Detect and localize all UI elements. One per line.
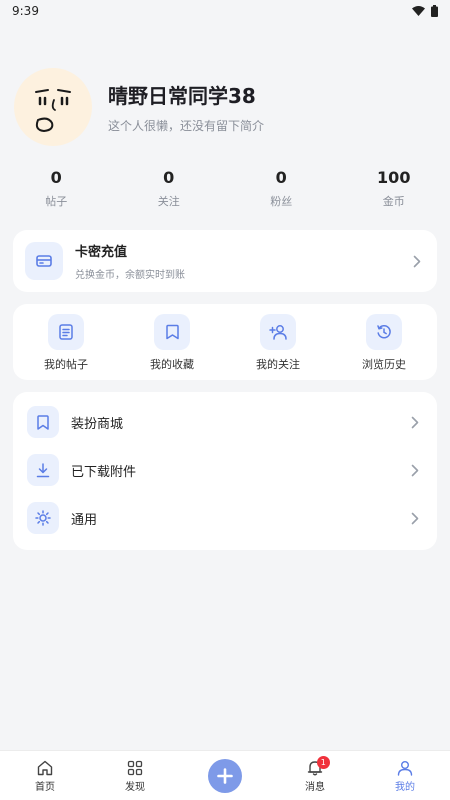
menu-icon-box xyxy=(27,502,59,534)
tab-label: 我的 xyxy=(395,781,415,793)
recharge-card[interactable]: 卡密充值 兑换金币，余额实时到账 xyxy=(13,230,437,292)
status-time: 9:39 xyxy=(12,4,39,18)
recharge-title: 卡密充值 xyxy=(75,245,128,260)
stat-followers[interactable]: 0 粉丝 xyxy=(225,168,338,209)
tab-label: 消息 xyxy=(305,781,325,793)
profile-header[interactable]: 晴野日常同学38 这个人很懒，还没有留下简介 xyxy=(14,68,264,146)
profile-text: 晴野日常同学38 这个人很懒，还没有留下简介 xyxy=(108,80,264,134)
stat-coins[interactable]: 100 金币 xyxy=(338,168,450,209)
stat-value: 0 xyxy=(275,168,287,187)
quick-icon-box xyxy=(366,314,402,350)
menu-label: 已下载附件 xyxy=(71,464,137,480)
home-icon xyxy=(37,760,53,775)
username: 晴野日常同学38 xyxy=(108,84,256,108)
tab-me[interactable]: 我的 xyxy=(360,759,450,793)
quick-icon-box xyxy=(260,314,296,350)
stat-value: 0 xyxy=(50,168,62,187)
wifi-icon xyxy=(412,6,425,16)
quick-label: 我的收藏 xyxy=(150,358,194,371)
quick-my-posts[interactable]: 我的帖子 xyxy=(13,304,119,380)
menu-icon-box xyxy=(27,406,59,438)
menu-label: 装扮商城 xyxy=(71,416,124,432)
recharge-subtitle: 兑换金币，余额实时到账 xyxy=(75,270,185,281)
recharge-text: 卡密充值 兑换金币，余额实时到账 xyxy=(75,241,409,281)
grid-icon xyxy=(127,760,143,775)
menu-item-general[interactable]: 通用 xyxy=(13,494,437,542)
recharge-icon-box xyxy=(25,242,63,280)
tab-messages[interactable]: 1 消息 xyxy=(270,755,360,793)
stat-label: 关注 xyxy=(157,195,180,208)
quick-label: 浏览历史 xyxy=(362,358,406,371)
stats-row: 0 帖子 0 关注 0 粉丝 100 金币 xyxy=(0,168,450,209)
quick-history[interactable]: 浏览历史 xyxy=(331,304,437,380)
bottom-tab-bar: 首页 发现 1 消息 我的 xyxy=(0,750,450,800)
stat-posts[interactable]: 0 帖子 xyxy=(0,168,113,209)
avatar[interactable] xyxy=(14,68,92,146)
document-icon xyxy=(59,324,73,340)
status-bar: 9:39 xyxy=(0,0,450,22)
tab-create[interactable] xyxy=(180,758,270,793)
menu-item-skin-store[interactable]: 装扮商城 xyxy=(13,398,437,446)
chevron-right-icon xyxy=(407,510,423,526)
card-icon xyxy=(36,255,52,267)
bookmark-icon xyxy=(37,414,49,430)
stat-value: 100 xyxy=(377,168,411,187)
create-post-button[interactable] xyxy=(208,758,242,793)
download-icon xyxy=(36,462,50,477)
quick-actions: 我的帖子 我的收藏 我的关注 浏览历史 xyxy=(13,304,437,380)
stat-label: 金币 xyxy=(382,195,405,208)
bookmark-icon xyxy=(165,324,179,340)
stat-label: 帖子 xyxy=(45,195,68,208)
status-icons xyxy=(412,5,438,17)
add-user-icon xyxy=(269,325,287,340)
history-icon xyxy=(377,324,391,339)
chevron-right-icon xyxy=(407,414,423,430)
quick-label: 我的帖子 xyxy=(44,358,88,371)
stat-following[interactable]: 0 关注 xyxy=(113,168,226,209)
face-doodle-icon xyxy=(35,89,71,133)
menu-label: 通用 xyxy=(71,512,98,528)
user-icon xyxy=(397,760,413,776)
quick-icon-box xyxy=(154,314,190,350)
chevron-right-icon xyxy=(407,462,423,478)
stat-value: 0 xyxy=(163,168,175,187)
message-count-badge: 1 xyxy=(316,755,330,769)
settings-icon xyxy=(35,510,51,526)
chevron-right-icon xyxy=(409,253,425,269)
tab-home[interactable]: 首页 xyxy=(0,759,90,793)
quick-favorites[interactable]: 我的收藏 xyxy=(119,304,225,380)
tab-label: 发现 xyxy=(125,781,145,793)
stat-label: 粉丝 xyxy=(270,195,293,208)
bio: 这个人很懒，还没有留下简介 xyxy=(108,119,265,133)
tab-label: 首页 xyxy=(35,781,55,793)
settings-menu: 装扮商城 已下载附件 通用 xyxy=(13,392,437,550)
tab-discover[interactable]: 发现 xyxy=(90,759,180,793)
plus-icon xyxy=(217,767,233,784)
menu-icon-box xyxy=(27,454,59,486)
quick-icon-box xyxy=(48,314,84,350)
battery-icon xyxy=(431,5,438,17)
menu-item-downloads[interactable]: 已下载附件 xyxy=(13,446,437,494)
quick-following[interactable]: 我的关注 xyxy=(225,304,331,380)
quick-label: 我的关注 xyxy=(256,358,300,371)
